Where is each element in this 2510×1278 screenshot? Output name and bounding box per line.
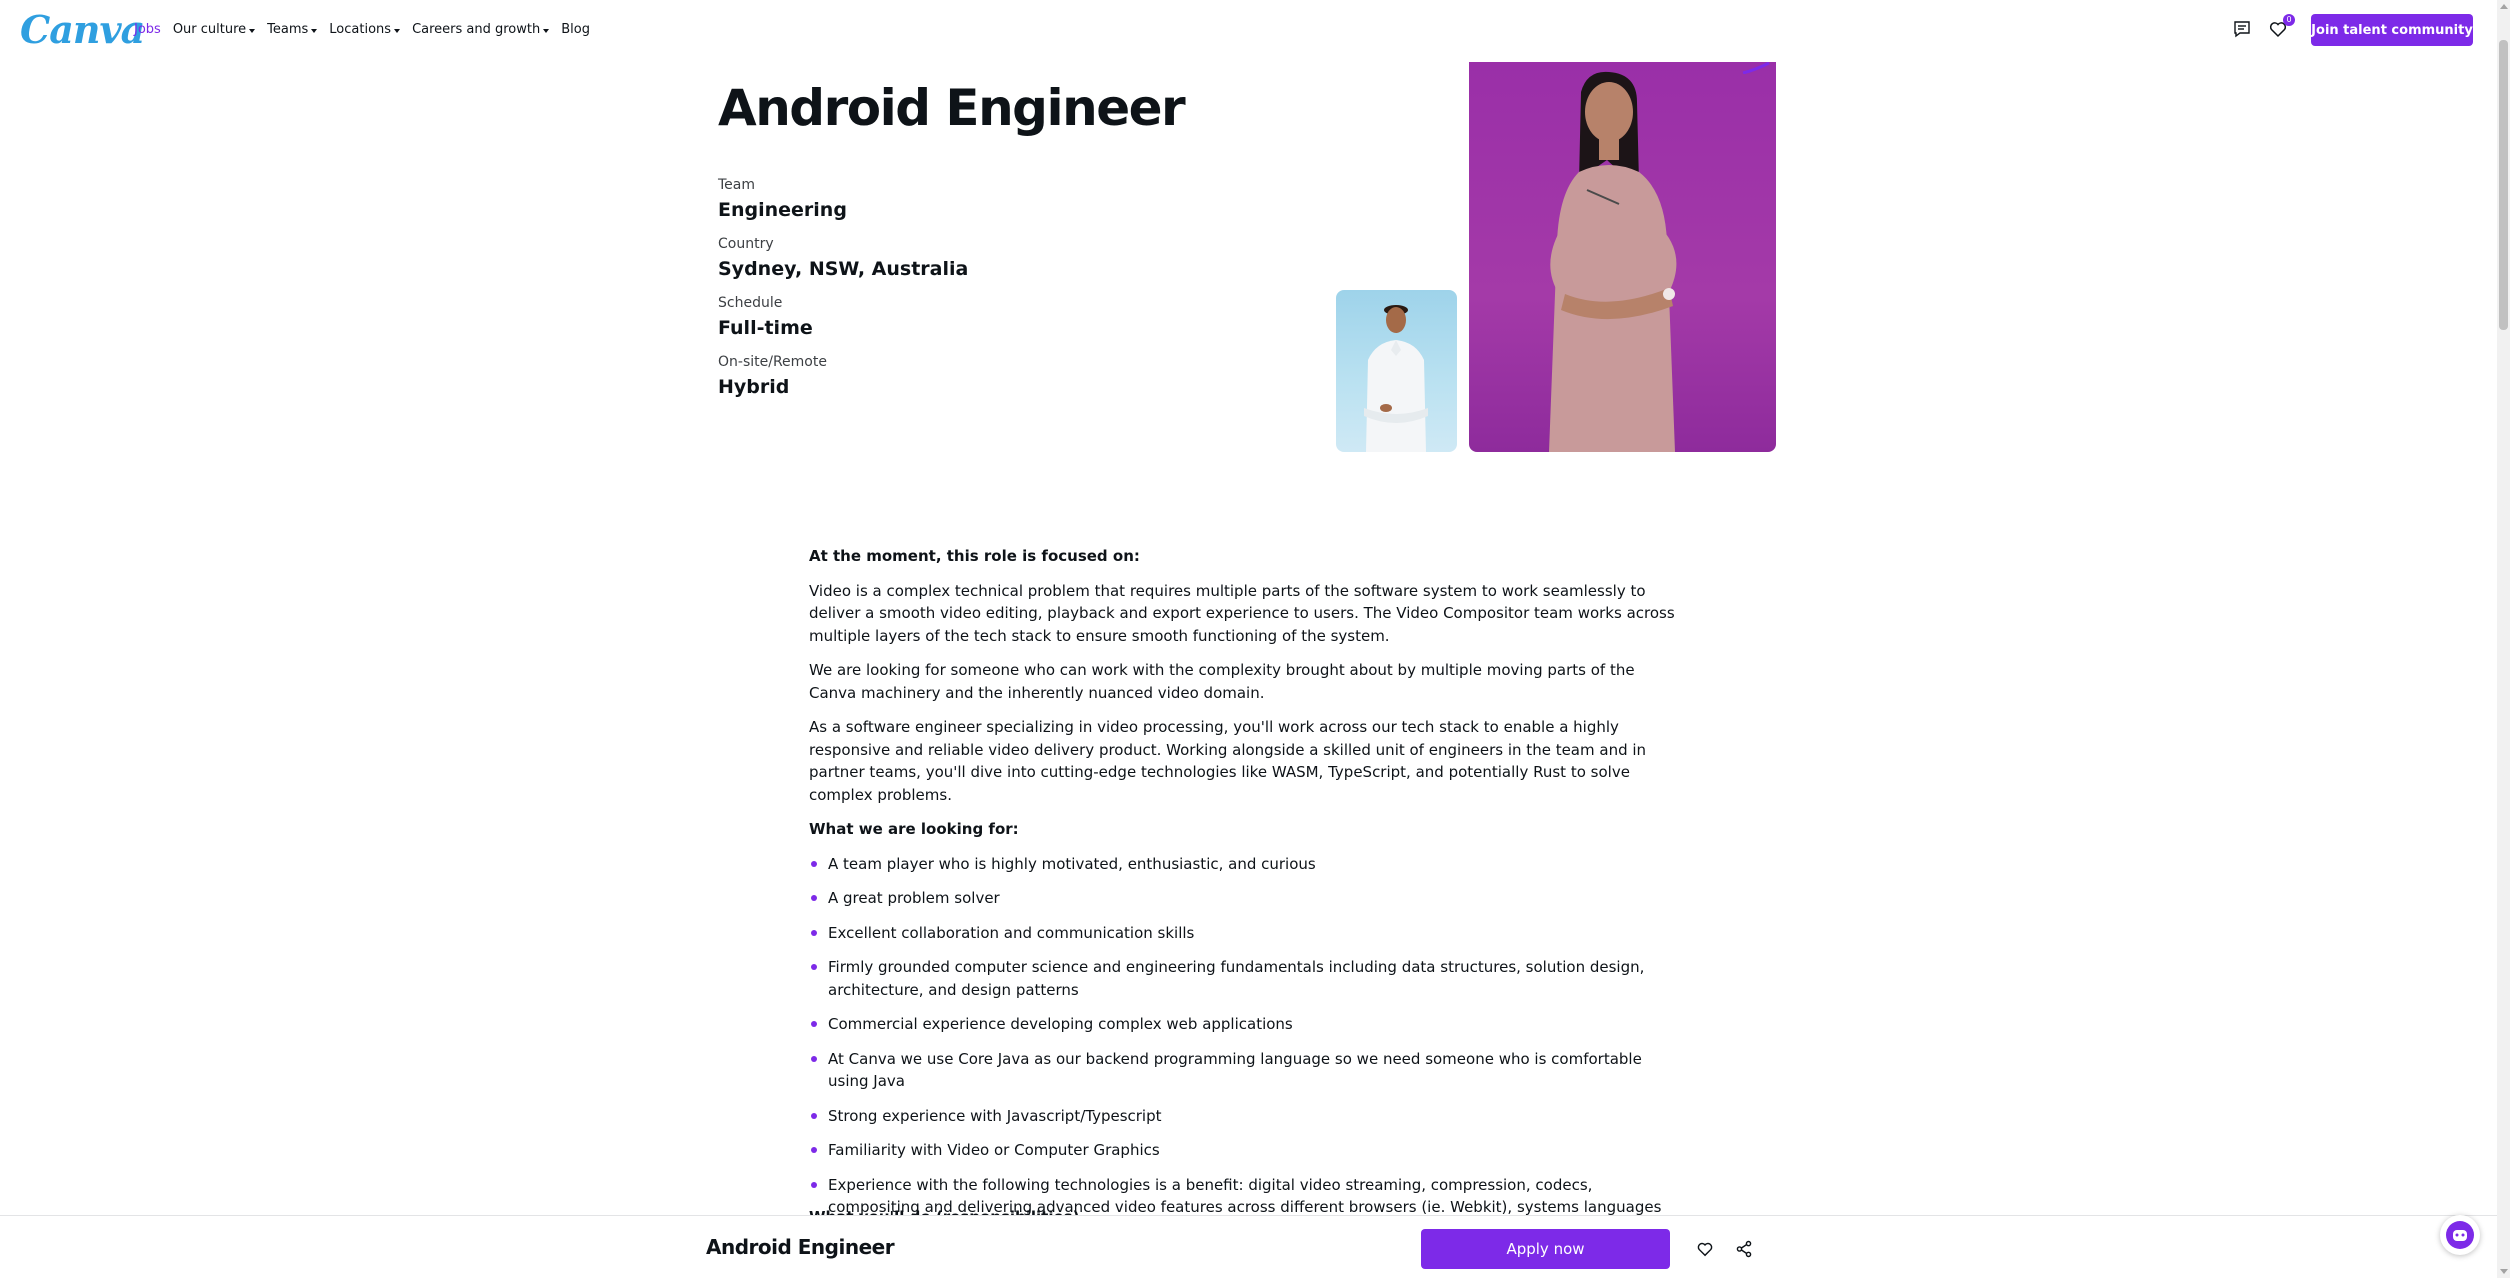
list-item: Familiarity with Video or Computer Graph… [809,1139,1685,1162]
share-icon[interactable] [1733,1238,1755,1260]
apply-now-button[interactable]: Apply now [1421,1229,1670,1269]
heart-icon[interactable]: 0 [2266,14,2295,41]
support-chat-button[interactable] [2440,1215,2480,1255]
requirements-list: A team player who is highly motivated, e… [809,853,1685,1242]
meta-label: Schedule [718,295,783,311]
decorative-swoosh [1742,62,1770,74]
nav-item-label: Teams [267,22,309,37]
looking-for-heading: What we are looking for: [809,820,1019,838]
site-header: Canva Jobs Our culture Teams Locations C… [0,0,2497,60]
main-nav: Jobs Our culture Teams Locations Careers… [134,22,602,38]
footer-job-title: Android Engineer [706,1235,895,1259]
description-paragraph: As a software engineer specializing in v… [809,718,1647,804]
nav-item-label: Jobs [134,22,161,37]
nav-item-teams[interactable]: Teams [267,22,318,38]
nav-item-locations[interactable]: Locations [329,22,401,38]
nav-item-label: Our culture [172,22,247,37]
favorites-count-badge: 0 [2283,14,2295,26]
sticky-apply-bar [0,1215,2497,1278]
nav-item-label: Careers and growth [412,22,541,37]
nav-item-jobs[interactable]: Jobs [134,22,161,38]
scrollbar-thumb[interactable] [2499,40,2508,330]
join-talent-community-button[interactable]: Join talent community [2311,14,2473,46]
job-meta-team: Team Engineering [718,176,1218,222]
chat-icon[interactable] [2230,17,2254,41]
list-item: A team player who is highly motivated, e… [809,853,1685,876]
employee-photo-small [1336,290,1457,452]
scroll-down-arrow-icon[interactable] [2500,1269,2508,1274]
meta-value: Full-time [718,317,813,339]
nav-item-our-culture[interactable]: Our culture [172,22,256,38]
page-scrollbar[interactable] [2497,0,2510,1278]
nav-item-label: Locations [329,22,392,37]
nav-item-careers-and-growth[interactable]: Careers and growth [412,22,550,38]
job-meta-country: Country Sydney, NSW, Australia [718,235,1218,281]
job-description: At the moment, this role is focused on: … [809,545,1685,1253]
heart-icon[interactable] [1694,1238,1716,1260]
list-item: Commercial experience developing complex… [809,1013,1685,1036]
meta-label: Country [718,236,774,252]
meta-label: On-site/Remote [718,354,827,370]
meta-value: Hybrid [718,376,790,398]
list-item: Strong experience with Javascript/Typesc… [809,1105,1685,1128]
job-meta-schedule: Schedule Full-time [718,294,1218,340]
list-item: At Canva we use Core Java as our backend… [809,1048,1685,1093]
caret-down-icon [249,28,256,33]
scroll-up-arrow-icon[interactable] [2500,4,2508,9]
canva-logo[interactable]: Canva [20,10,145,50]
list-item: A great problem solver [809,887,1685,910]
chat-bot-icon [2446,1221,2474,1249]
description-paragraph: Video is a complex technical problem tha… [809,581,1675,645]
nav-item-label: Blog [561,22,590,37]
caret-down-icon [543,28,550,33]
list-item: Firmly grounded computer science and eng… [809,956,1685,1001]
nav-item-blog[interactable]: Blog [561,22,590,38]
caret-down-icon [394,28,401,33]
caret-down-icon [311,28,318,33]
job-title: Android Engineer [718,79,1186,137]
focus-heading: At the moment, this role is focused on: [809,547,1140,565]
meta-value: Engineering [718,199,847,221]
list-item: Excellent collaboration and communicatio… [809,922,1685,945]
meta-value: Sydney, NSW, Australia [718,258,969,280]
meta-label: Team [718,177,756,193]
employee-photo-large [1469,62,1776,452]
job-meta-onsite-remote: On-site/Remote Hybrid [718,353,1218,399]
description-paragraph: We are looking for someone who can work … [809,661,1635,702]
